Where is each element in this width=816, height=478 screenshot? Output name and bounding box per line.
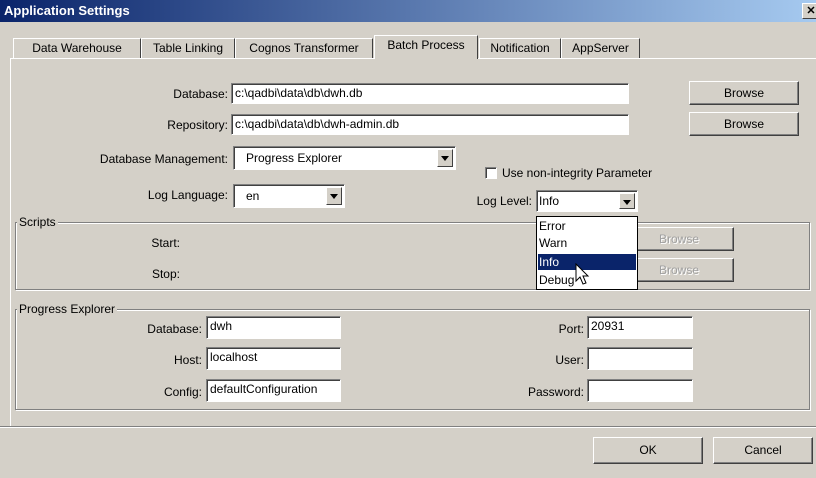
non-integrity-checkbox[interactable]: [485, 167, 497, 179]
log-level-option-warn[interactable]: Warn: [538, 235, 636, 251]
tab-batch-process[interactable]: Batch Process: [374, 35, 478, 59]
repository-browse-button[interactable]: Browse: [689, 112, 799, 136]
log-language-label: Log Language:: [147, 188, 228, 202]
database-management-combo[interactable]: Progress Explorer: [233, 146, 456, 170]
pe-host-field[interactable]: localhost: [206, 347, 341, 370]
pe-database-label: Database:: [147, 322, 202, 336]
chevron-down-icon[interactable]: [326, 187, 342, 205]
pe-port-label: Port:: [558, 322, 584, 336]
non-integrity-label: Use non-integrity Parameter: [502, 166, 653, 180]
script-start-label: Start:: [151, 236, 180, 250]
database-label: Database:: [173, 87, 228, 101]
pe-config-label: Config:: [163, 385, 202, 399]
ok-button[interactable]: OK: [593, 437, 703, 464]
database-management-value: Progress Explorer: [246, 151, 343, 165]
database-path-field[interactable]: c:\qadbi\data\db\dwh.db: [231, 83, 629, 104]
pe-password-label: Password:: [527, 385, 584, 399]
log-level-label: Log Level:: [476, 194, 532, 208]
script-stop-label: Stop:: [151, 267, 180, 281]
scripts-group-label: Scripts: [17, 215, 58, 229]
pe-database-field[interactable]: dwh: [206, 316, 341, 339]
start-script-browse-button[interactable]: Browse: [624, 227, 734, 251]
pe-password-field[interactable]: [587, 379, 693, 402]
tab-data-warehouse[interactable]: Data Warehouse: [13, 38, 141, 58]
application-settings-window: Application Settings ✕ Data Warehouse Ta…: [0, 0, 816, 478]
tab-table-linking[interactable]: Table Linking: [141, 38, 235, 58]
cancel-button[interactable]: Cancel: [713, 437, 813, 464]
database-management-label: Database Management:: [99, 152, 228, 166]
repository-label: Repository:: [167, 118, 228, 132]
pe-user-field[interactable]: [587, 347, 693, 370]
log-language-combo[interactable]: en: [233, 184, 345, 208]
log-language-value: en: [246, 189, 260, 203]
tab-cognos-transformer[interactable]: Cognos Transformer: [235, 38, 373, 58]
title-bar[interactable]: Application Settings ✕: [0, 0, 816, 22]
progress-explorer-group-label: Progress Explorer: [17, 302, 118, 316]
mouse-pointer-icon: [575, 263, 590, 285]
repository-path-field[interactable]: c:\qadbi\data\db\dwh-admin.db: [231, 114, 629, 135]
log-level-value: Info: [539, 194, 560, 208]
log-level-combo[interactable]: Info: [536, 190, 638, 212]
pe-host-label: Host:: [173, 353, 202, 367]
pe-user-label: User:: [555, 353, 584, 367]
log-level-option-error[interactable]: Error: [538, 218, 636, 234]
window-title: Application Settings: [4, 3, 130, 18]
stop-script-browse-button[interactable]: Browse: [624, 258, 734, 282]
tab-appserver[interactable]: AppServer: [561, 38, 640, 58]
database-browse-button[interactable]: Browse: [689, 81, 799, 105]
chevron-down-icon[interactable]: [619, 193, 635, 209]
close-icon[interactable]: ✕: [802, 3, 816, 19]
pe-port-field[interactable]: 20931: [587, 316, 693, 339]
tab-notification[interactable]: Notification: [479, 38, 561, 58]
footer-divider: [0, 426, 816, 428]
chevron-down-icon[interactable]: [437, 149, 453, 167]
pe-config-field[interactable]: defaultConfiguration: [206, 379, 341, 402]
